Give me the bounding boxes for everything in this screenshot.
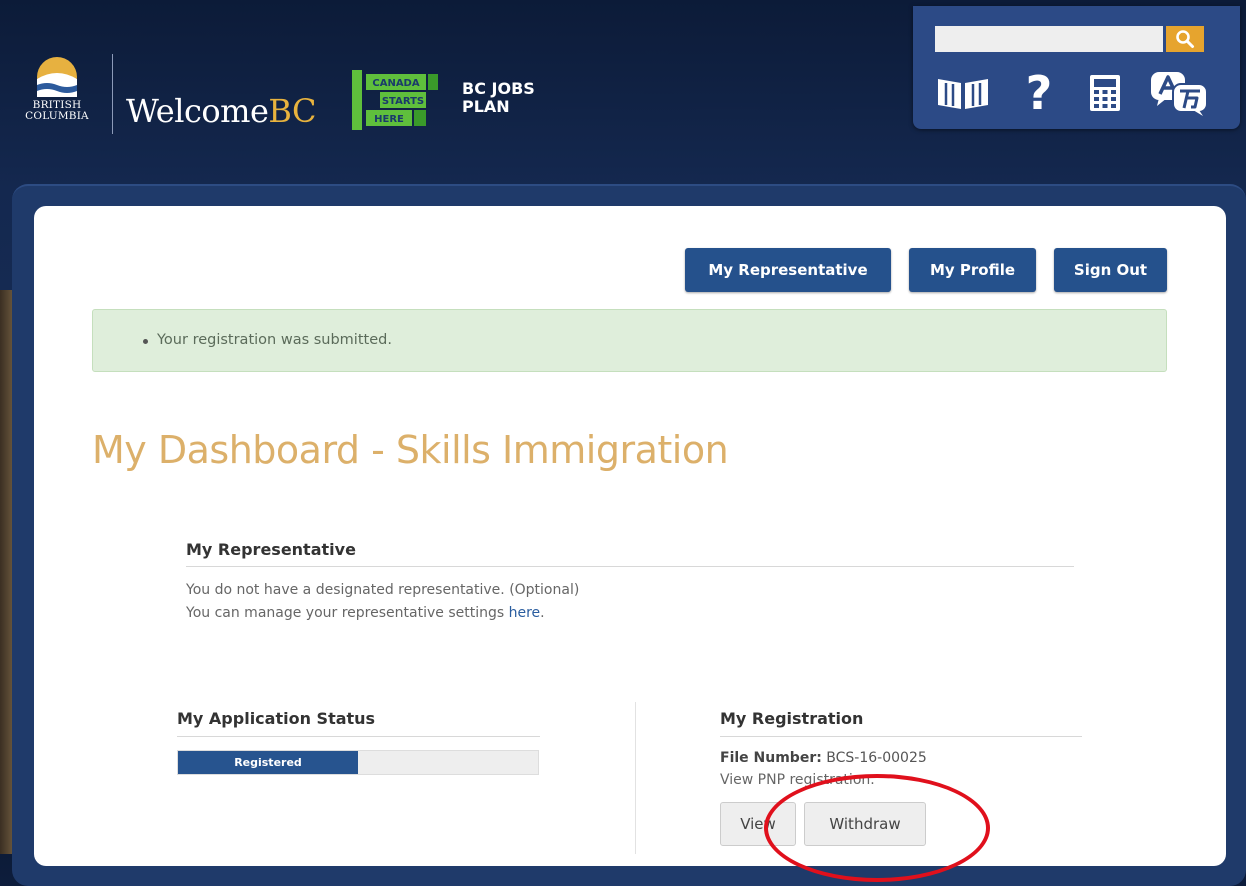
representative-settings-prefix: You can manage your representative setti…	[186, 605, 509, 621]
representative-settings-link[interactable]: here	[509, 605, 541, 621]
canada-line-2: STARTS	[382, 96, 424, 107]
page-title: My Dashboard - Skills Immigration	[92, 428, 729, 472]
bc-logo-text: BRITISH COLUMBIA	[12, 100, 102, 122]
bc-logo-line-2: COLUMBIA	[25, 110, 89, 122]
application-status-title: My Application Status	[177, 709, 376, 728]
application-progress-fill: Registered	[178, 751, 358, 774]
registration-section-title: My Registration	[720, 709, 864, 728]
representative-settings-suffix: .	[540, 605, 545, 621]
search-icon	[1176, 30, 1194, 48]
canada-starts-here-logo[interactable]: CANADA STARTS HERE	[352, 70, 440, 130]
bc-sun-icon	[37, 57, 77, 97]
tools-panel: ?	[913, 6, 1240, 129]
help-button[interactable]: ?	[1019, 70, 1059, 116]
column-divider	[635, 702, 636, 854]
alert-message: Your registration was submitted.	[157, 332, 392, 348]
translate-icon	[1151, 72, 1208, 116]
canada-line-1: CANADA	[372, 78, 419, 89]
file-number-label: File Number:	[720, 750, 822, 766]
book-tool-button[interactable]	[933, 70, 993, 116]
search-button[interactable]	[1166, 26, 1204, 52]
success-alert: Your registration was submitted.	[92, 309, 1167, 372]
representative-status-text: You do not have a designated representat…	[186, 582, 580, 598]
book-icon	[938, 79, 988, 109]
registration-divider	[720, 736, 1082, 737]
application-status-divider	[177, 736, 540, 737]
canada-line-3: HERE	[374, 114, 404, 125]
welcome-bc-text: BC	[268, 92, 317, 130]
bc-jobs-plan-logo[interactable]: BC JOBS PLAN	[462, 80, 535, 116]
representative-section-title: My Representative	[186, 540, 356, 559]
sign-out-button[interactable]: Sign Out	[1054, 248, 1167, 292]
representative-divider	[186, 566, 1074, 567]
british-columbia-logo[interactable]: BRITISH COLUMBIA	[12, 48, 102, 138]
welcomebc-logo[interactable]: WelcomeBC	[126, 92, 317, 130]
withdraw-highlight-annotation	[764, 774, 990, 882]
bcjobs-line-1: BC JOBS	[462, 79, 535, 98]
calculator-icon	[1090, 75, 1120, 111]
bcjobs-line-2: PLAN	[462, 97, 510, 116]
welcome-text: Welcome	[126, 92, 269, 130]
site-header: BRITISH COLUMBIA WelcomeBC CANADA STARTS…	[0, 0, 1246, 185]
help-icon: ?	[1025, 66, 1053, 120]
header-divider	[112, 54, 113, 134]
translate-button[interactable]	[1149, 70, 1211, 116]
alert-bullet	[143, 339, 148, 344]
file-number: File Number: BCS-16-00025	[720, 750, 927, 766]
representative-settings-text: You can manage your representative setti…	[186, 605, 545, 621]
application-progress-bar: Registered	[177, 750, 539, 775]
search-input[interactable]	[935, 26, 1163, 52]
my-profile-button[interactable]: My Profile	[909, 248, 1036, 292]
file-number-value: BCS-16-00025	[826, 750, 927, 766]
my-representative-button[interactable]: My Representative	[685, 248, 891, 292]
calculator-button[interactable]	[1083, 70, 1127, 116]
